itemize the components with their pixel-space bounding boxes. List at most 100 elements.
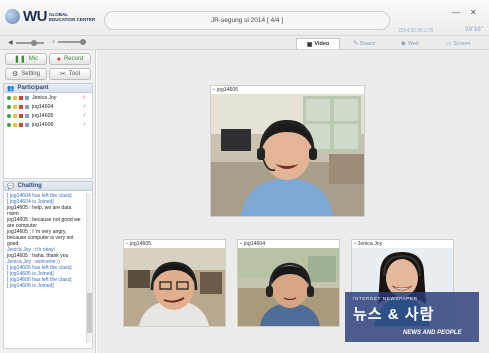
chat-scrollbar-thumb[interactable] [87, 293, 92, 333]
mic-volume[interactable]: ♪ [52, 39, 86, 45]
participant-name: jog14605 [32, 112, 54, 119]
mic-status-icon [13, 95, 17, 100]
camera-status-icon [19, 95, 23, 100]
mic-button[interactable]: ❚❚ Mic [5, 53, 47, 65]
online-status-icon [7, 113, 11, 118]
chat-status-icon [25, 122, 29, 127]
tab-screen[interactable]: ▭ Screen [436, 38, 480, 49]
chat-lines: [ jog14604 has left the class][ jog14604… [7, 193, 84, 289]
minimize-button[interactable]: — [452, 8, 460, 17]
left-panel: ❚❚ Mic ● Record ⚙ Setting ✂ Tool 👥 Parti… [0, 50, 96, 353]
video-tile-3-header: ▪ Jenica Joy [352, 240, 453, 248]
mic-button-icon: ❚❚ [13, 56, 26, 63]
chat-message: jog14605 : I 'm very angry, because comp… [7, 229, 74, 247]
participant-name: jog14606 [32, 121, 54, 128]
camera-icon: ▪ [126, 241, 128, 247]
video-tile-1-header: ▪ jog14605 [124, 240, 225, 248]
watermark-top: INTERNET NEWSPAPER [353, 297, 418, 302]
camera-icon: ▪ [354, 241, 356, 247]
mic-status-icon [13, 113, 17, 118]
chat-status-icon [25, 113, 29, 118]
online-status-icon [7, 122, 11, 127]
camera-icon: ▪ [240, 241, 242, 247]
mic-volume-track[interactable] [58, 39, 86, 45]
main-video-header: ▪ jog14606 [211, 86, 364, 94]
speaker-volume-knob[interactable] [30, 39, 37, 46]
camera-icon: ▪ [213, 87, 215, 93]
main-video-feed [211, 94, 364, 216]
chatting-heading: Chatting [17, 183, 42, 189]
web-icon: ◉ [400, 41, 407, 47]
chatting-header: 💬 Chatting [3, 181, 93, 191]
online-status-icon [7, 104, 11, 109]
student-avatar-icon: ♂ [82, 121, 87, 128]
video-tile-2-label: jog14604 [243, 241, 266, 247]
tab-screen-label: Screen [453, 40, 471, 47]
session-title: JR-segung sl 2014 [ 4/4 ] [104, 11, 390, 30]
session-title-text: JR-segung sl 2014 [ 4/4 ] [210, 17, 284, 24]
record-button[interactable]: ● Record [49, 53, 91, 65]
record-button-label: Record [63, 56, 84, 62]
video-tile-3-label: Jenica Joy [357, 241, 383, 247]
teacher-avatar-icon: ♀ [82, 94, 87, 101]
tab-web[interactable]: ◉ Web [388, 38, 432, 49]
camera-status-icon [19, 113, 23, 118]
participant-name: jog14604 [32, 103, 54, 110]
microphone-icon: ♪ [52, 39, 55, 45]
mic-button-label: Mic [28, 56, 39, 62]
tool-button-label: Tool [68, 71, 80, 77]
main-video-label: jog14606 [216, 87, 239, 93]
main-video-tile[interactable]: ▪ jog14606 [210, 85, 365, 217]
app-logo: WU GLOBAL EDUCATION CENTER [5, 8, 95, 25]
brand-line-2: EDUCATION CENTER [49, 16, 96, 22]
brand-short: WU [23, 8, 48, 25]
video-tile-2[interactable]: ▪ jog14604 [237, 239, 340, 327]
speaker-volume[interactable]: ◀ [8, 39, 44, 46]
screen-icon: ▭ [445, 41, 452, 47]
speaker-volume-track[interactable] [15, 39, 44, 46]
camera-status-icon [19, 122, 23, 127]
chat-message: jog14605 : because not good we are compu… [7, 217, 81, 229]
setting-button-label: Setting [21, 71, 40, 77]
participant-row[interactable]: jog14604 ♂ [4, 102, 92, 111]
close-button[interactable]: ✕ [470, 8, 477, 17]
tab-board[interactable]: ✎ Board [342, 38, 386, 49]
lts-label: 2014.02.06 LTS [398, 28, 434, 34]
tab-web-label: Web [408, 40, 420, 47]
chat-scrollbar[interactable] [86, 193, 92, 343]
record-icon: ● [56, 55, 61, 63]
watermark-main: 뉴스 & 사람 [353, 306, 435, 323]
elapsed-time: 29'18" [465, 26, 484, 33]
video-tile-1-label: jog14605 [129, 241, 152, 247]
tool-button[interactable]: ✂ Tool [49, 68, 91, 80]
speaker-icon: ◀ [8, 40, 13, 46]
participant-row[interactable]: jog14605 ♂ [4, 111, 92, 120]
chat-status-icon [25, 104, 29, 109]
video-tile-1-feed [124, 248, 225, 326]
news-watermark: INTERNET NEWSPAPER 뉴스 & 사람 NEWS AND PEOP… [345, 292, 479, 342]
student-avatar-icon: ♂ [82, 103, 87, 110]
camera-status-icon [19, 104, 23, 109]
online-status-icon [7, 95, 11, 100]
setting-button[interactable]: ⚙ Setting [5, 68, 47, 80]
chat-message: jog14605 : help, we are data room [7, 205, 72, 217]
watermark-sub: NEWS AND PEOPLE [403, 330, 462, 336]
participant-row[interactable]: jog14606 ♂ [4, 120, 92, 129]
globe-logo-icon [5, 9, 20, 24]
brand-subtitle: GLOBAL EDUCATION CENTER [49, 12, 95, 22]
mic-status-icon [13, 104, 17, 109]
mic-status-icon [13, 122, 17, 127]
video-tile-1[interactable]: ▪ jog14605 [123, 239, 226, 327]
video-icon: ▣ [306, 41, 313, 48]
tab-video-label: Video [314, 41, 330, 47]
people-icon: 👥 [7, 85, 15, 92]
gear-icon: ⚙ [12, 71, 19, 78]
tab-video[interactable]: ▣ Video [296, 38, 340, 49]
mic-volume-knob[interactable] [80, 39, 86, 45]
participant-row[interactable]: Jenica Joy ♀ [4, 93, 92, 102]
chat-bubble-icon: 💬 [7, 183, 15, 190]
video-tile-2-header: ▪ jog14604 [238, 240, 339, 248]
chat-status-icon [25, 95, 29, 100]
participant-name: Jenica Joy [32, 94, 57, 101]
chat-log[interactable]: [ jog14604 has left the class][ jog14604… [3, 191, 93, 349]
